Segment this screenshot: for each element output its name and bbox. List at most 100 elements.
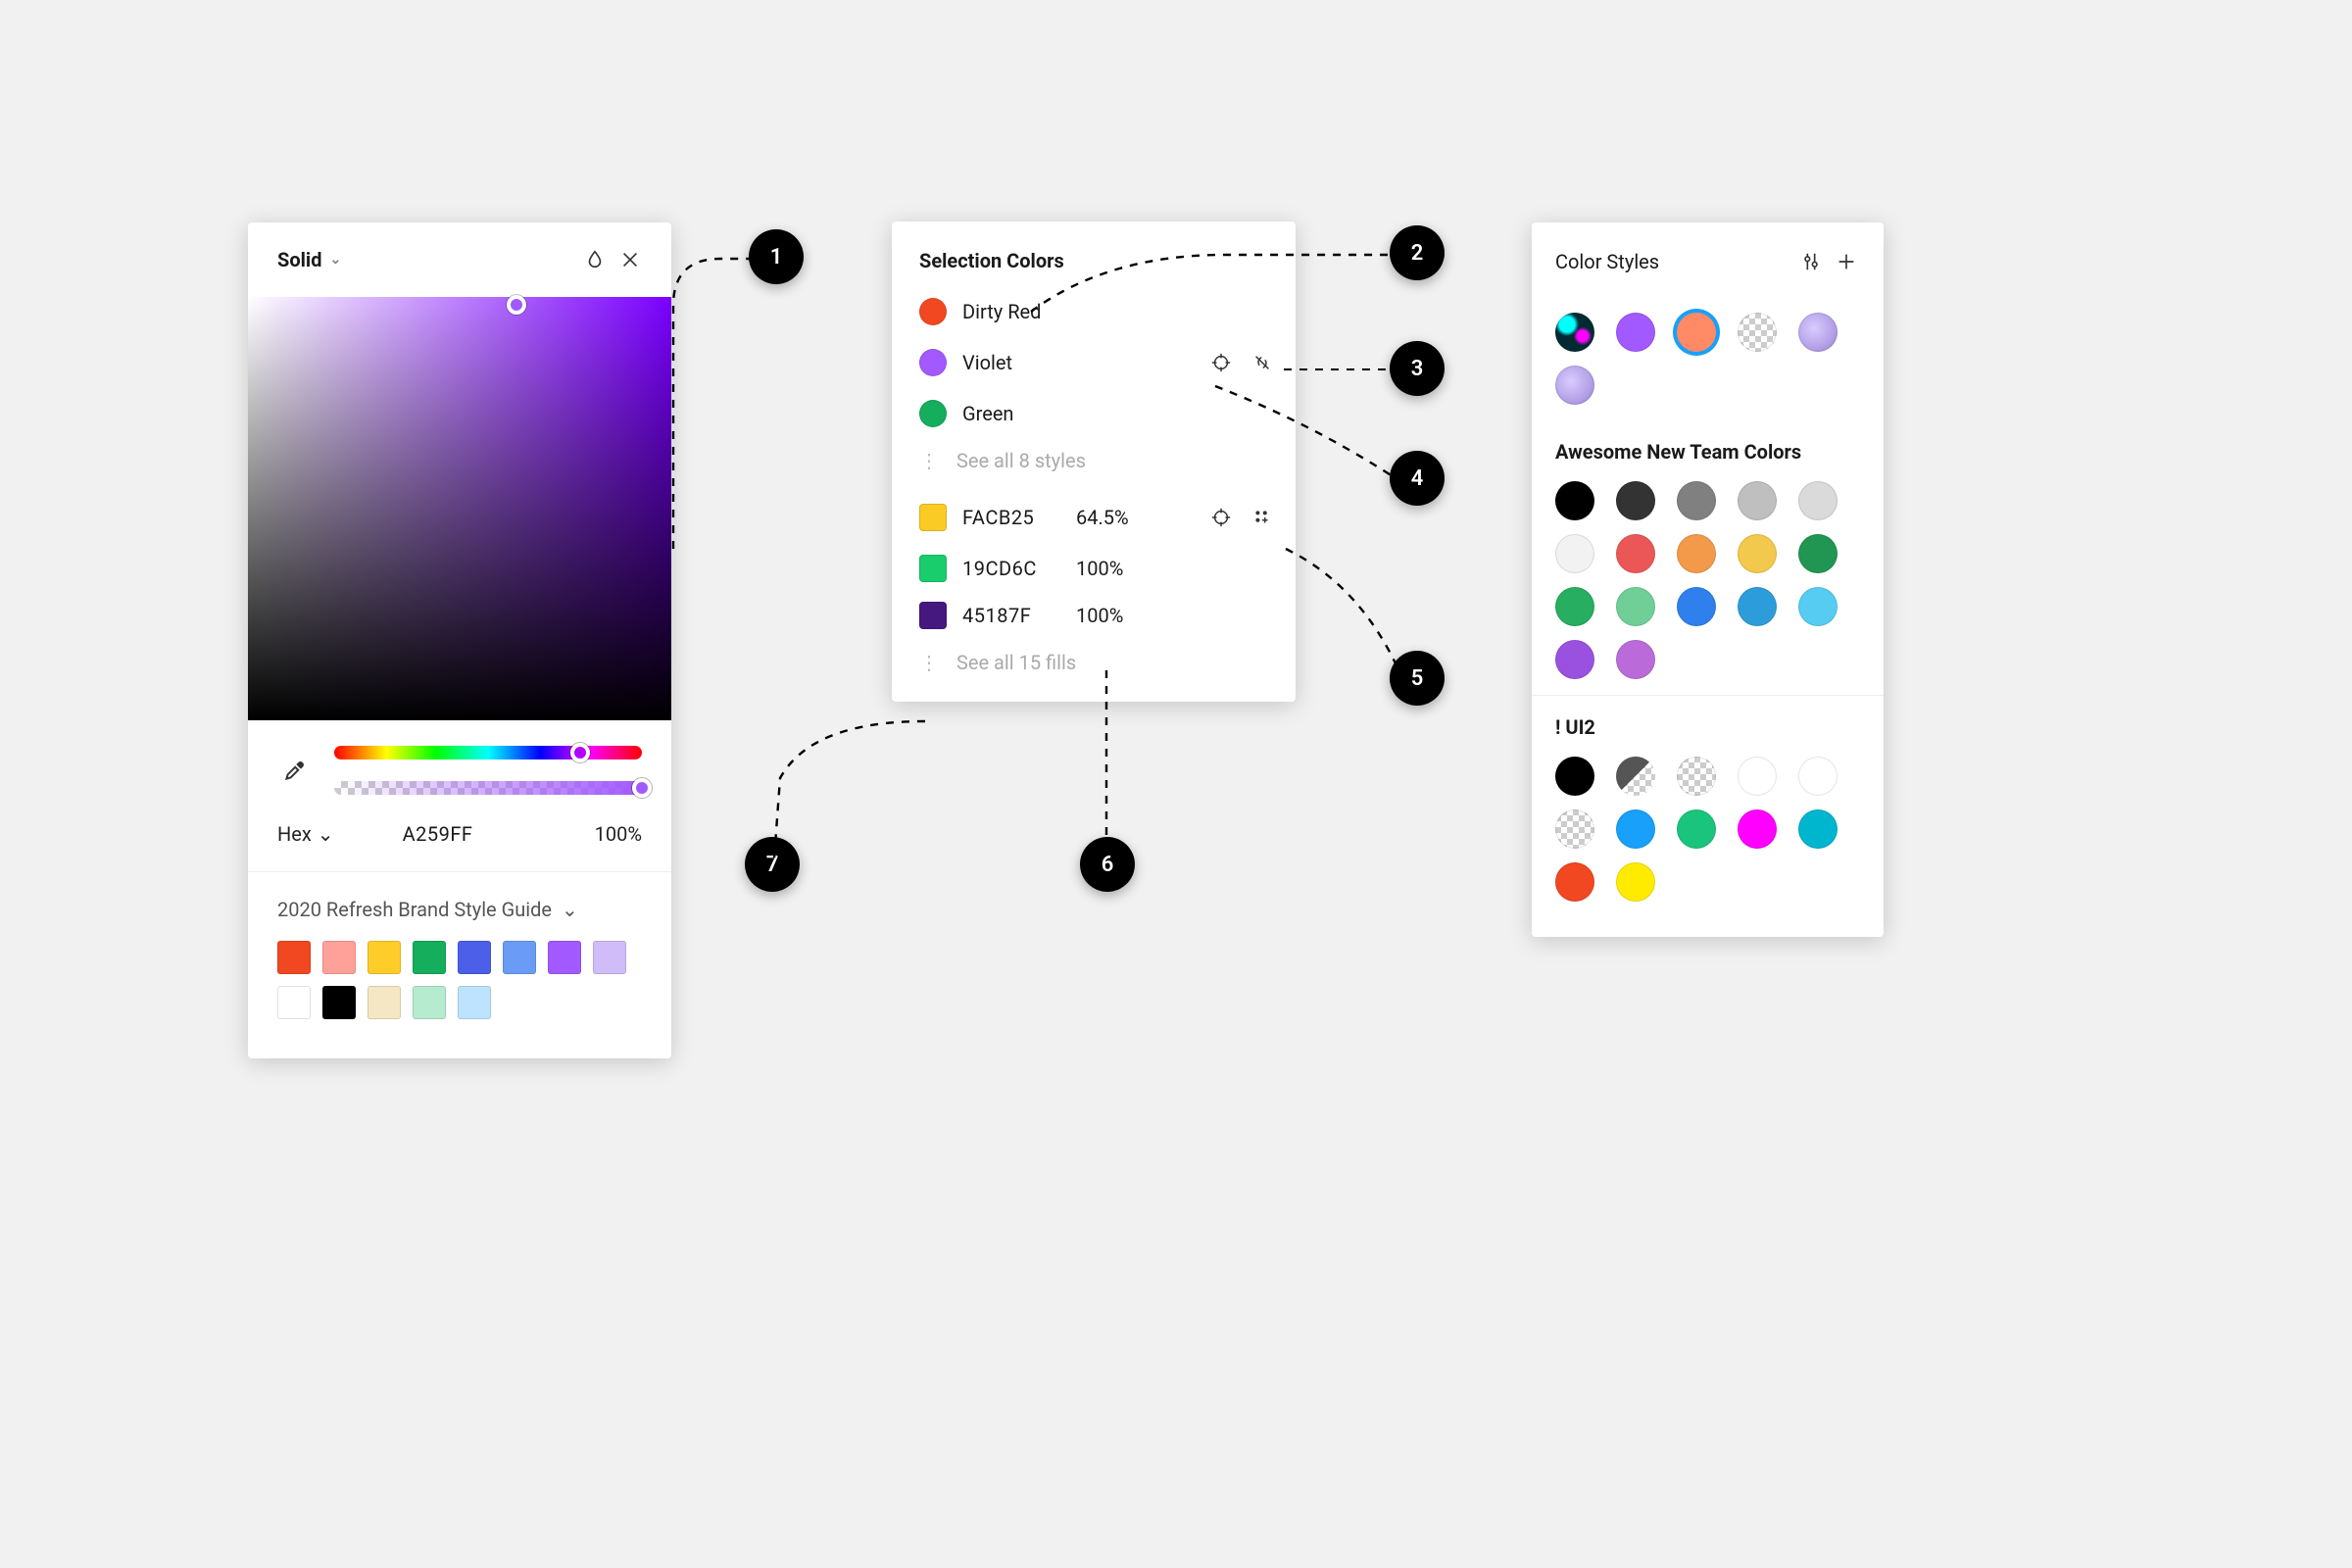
color-style-swatch[interactable] — [1555, 313, 1594, 352]
callout-arrow-2 — [1029, 253, 1392, 321]
doc-swatch[interactable] — [368, 986, 401, 1019]
callout-arrow-5 — [1284, 547, 1411, 684]
fill-hex: 19CD6C — [962, 557, 1060, 580]
color-style-swatch[interactable] — [1555, 757, 1594, 796]
color-style-swatch[interactable] — [1555, 809, 1594, 849]
color-style-swatch[interactable] — [1555, 366, 1594, 405]
go-to-fill-button[interactable] — [1203, 500, 1239, 535]
blend-mode-button[interactable] — [577, 242, 612, 277]
doc-swatch[interactable] — [277, 986, 311, 1019]
style-settings-button[interactable] — [1793, 244, 1829, 279]
sliders-icon — [1800, 251, 1822, 272]
droplet-icon — [584, 249, 606, 270]
eyedropper-button[interactable] — [277, 753, 313, 788]
color-style-swatch[interactable] — [1555, 640, 1594, 679]
style-color-dot — [919, 298, 947, 325]
color-style-swatch[interactable] — [1738, 587, 1777, 626]
color-picker-header: Solid ⌄ — [248, 222, 671, 297]
doc-swatch[interactable] — [413, 941, 446, 974]
color-style-swatch[interactable] — [1616, 862, 1655, 902]
color-style-swatch[interactable] — [1798, 534, 1838, 573]
color-style-swatch[interactable] — [1555, 481, 1594, 520]
create-style-button[interactable] — [1245, 500, 1280, 535]
selection-style-row[interactable]: Violet — [892, 335, 1296, 390]
saturation-field[interactable] — [248, 297, 671, 720]
color-style-swatch[interactable] — [1616, 481, 1655, 520]
color-style-swatch[interactable] — [1555, 862, 1594, 902]
detach-style-button[interactable] — [1245, 345, 1280, 380]
section-title: Awesome New Team Colors — [1555, 440, 1860, 464]
callout-arrow-4 — [1213, 384, 1399, 492]
alpha-thumb[interactable] — [632, 778, 652, 798]
plus-icon — [1836, 251, 1857, 272]
color-style-swatch[interactable] — [1738, 313, 1777, 352]
fill-opacity: 100% — [1076, 557, 1154, 580]
selection-fill-row[interactable]: 45187F 100% — [892, 592, 1296, 639]
document-swatches — [277, 941, 642, 1019]
chevron-down-icon: ⌄ — [318, 822, 334, 846]
callout-arrow-6 — [1100, 670, 1113, 841]
color-style-swatch[interactable] — [1677, 313, 1716, 352]
color-style-swatch[interactable] — [1616, 809, 1655, 849]
selection-fill-row[interactable]: FACB25 64.5% — [892, 490, 1296, 545]
callout-badge-6: 6 — [1080, 837, 1135, 892]
fill-swatch — [919, 555, 947, 582]
color-style-swatch[interactable] — [1798, 481, 1838, 520]
recent-styles-section — [1532, 293, 1884, 420]
saturation-handle[interactable] — [507, 295, 526, 315]
color-style-swatch[interactable] — [1555, 587, 1594, 626]
color-style-swatch[interactable] — [1616, 534, 1655, 573]
doc-swatch[interactable] — [277, 941, 311, 974]
hue-slider[interactable] — [334, 746, 642, 760]
color-style-swatch[interactable] — [1798, 313, 1838, 352]
doc-swatch[interactable] — [548, 941, 581, 974]
alpha-slider[interactable] — [334, 781, 642, 795]
color-style-swatch[interactable] — [1616, 313, 1655, 352]
color-mode-dropdown[interactable]: Hex ⌄ — [277, 822, 334, 846]
document-colors-dropdown[interactable]: 2020 Refresh Brand Style Guide ⌄ — [277, 898, 642, 921]
color-styles-title: Color Styles — [1555, 250, 1793, 273]
color-style-swatch[interactable] — [1677, 757, 1716, 796]
color-style-swatch[interactable] — [1738, 481, 1777, 520]
doc-swatch[interactable] — [368, 941, 401, 974]
close-button[interactable] — [612, 242, 648, 277]
style-color-dot — [919, 349, 947, 376]
callout-arrow-7 — [772, 719, 929, 866]
doc-swatch[interactable] — [322, 986, 356, 1019]
color-style-swatch[interactable] — [1616, 640, 1655, 679]
chevron-down-icon: ⌄ — [562, 898, 578, 921]
color-style-swatch[interactable] — [1555, 534, 1594, 573]
opacity-input[interactable]: 100% — [595, 822, 642, 846]
see-all-fills-link[interactable]: ⋮ See all 15 fills — [892, 639, 1296, 692]
hex-input[interactable]: A259FF — [403, 822, 473, 846]
fill-type-label: Solid — [277, 248, 321, 271]
color-style-swatch[interactable] — [1677, 481, 1716, 520]
hue-thumb[interactable] — [570, 743, 590, 762]
color-style-swatch[interactable] — [1798, 587, 1838, 626]
selection-fill-row[interactable]: 19CD6C 100% — [892, 545, 1296, 592]
document-colors-section: 2020 Refresh Brand Style Guide ⌄ — [248, 872, 671, 1058]
fill-hex: 45187F — [962, 604, 1060, 627]
color-style-swatch[interactable] — [1677, 587, 1716, 626]
add-style-button[interactable] — [1829, 244, 1864, 279]
color-style-swatch[interactable] — [1616, 757, 1655, 796]
fill-type-dropdown[interactable]: Solid ⌄ — [277, 248, 341, 271]
doc-swatch[interactable] — [322, 941, 356, 974]
color-style-swatch[interactable] — [1738, 534, 1777, 573]
go-to-style-button[interactable] — [1203, 345, 1239, 380]
color-style-swatch[interactable] — [1738, 809, 1777, 849]
color-style-swatch[interactable] — [1798, 757, 1838, 796]
color-style-swatch[interactable] — [1616, 587, 1655, 626]
color-sliders — [248, 720, 671, 807]
doc-swatch[interactable] — [458, 941, 491, 974]
color-style-swatch[interactable] — [1738, 757, 1777, 796]
doc-swatch[interactable] — [503, 941, 536, 974]
color-picker-panel: Solid ⌄ — [248, 222, 671, 1058]
color-style-swatch[interactable] — [1677, 809, 1716, 849]
doc-swatch[interactable] — [413, 986, 446, 1019]
doc-swatch[interactable] — [458, 986, 491, 1019]
color-value-row: Hex ⌄ A259FF 100% — [248, 807, 671, 872]
color-style-swatch[interactable] — [1677, 534, 1716, 573]
doc-swatch[interactable] — [593, 941, 626, 974]
color-style-swatch[interactable] — [1798, 809, 1838, 849]
